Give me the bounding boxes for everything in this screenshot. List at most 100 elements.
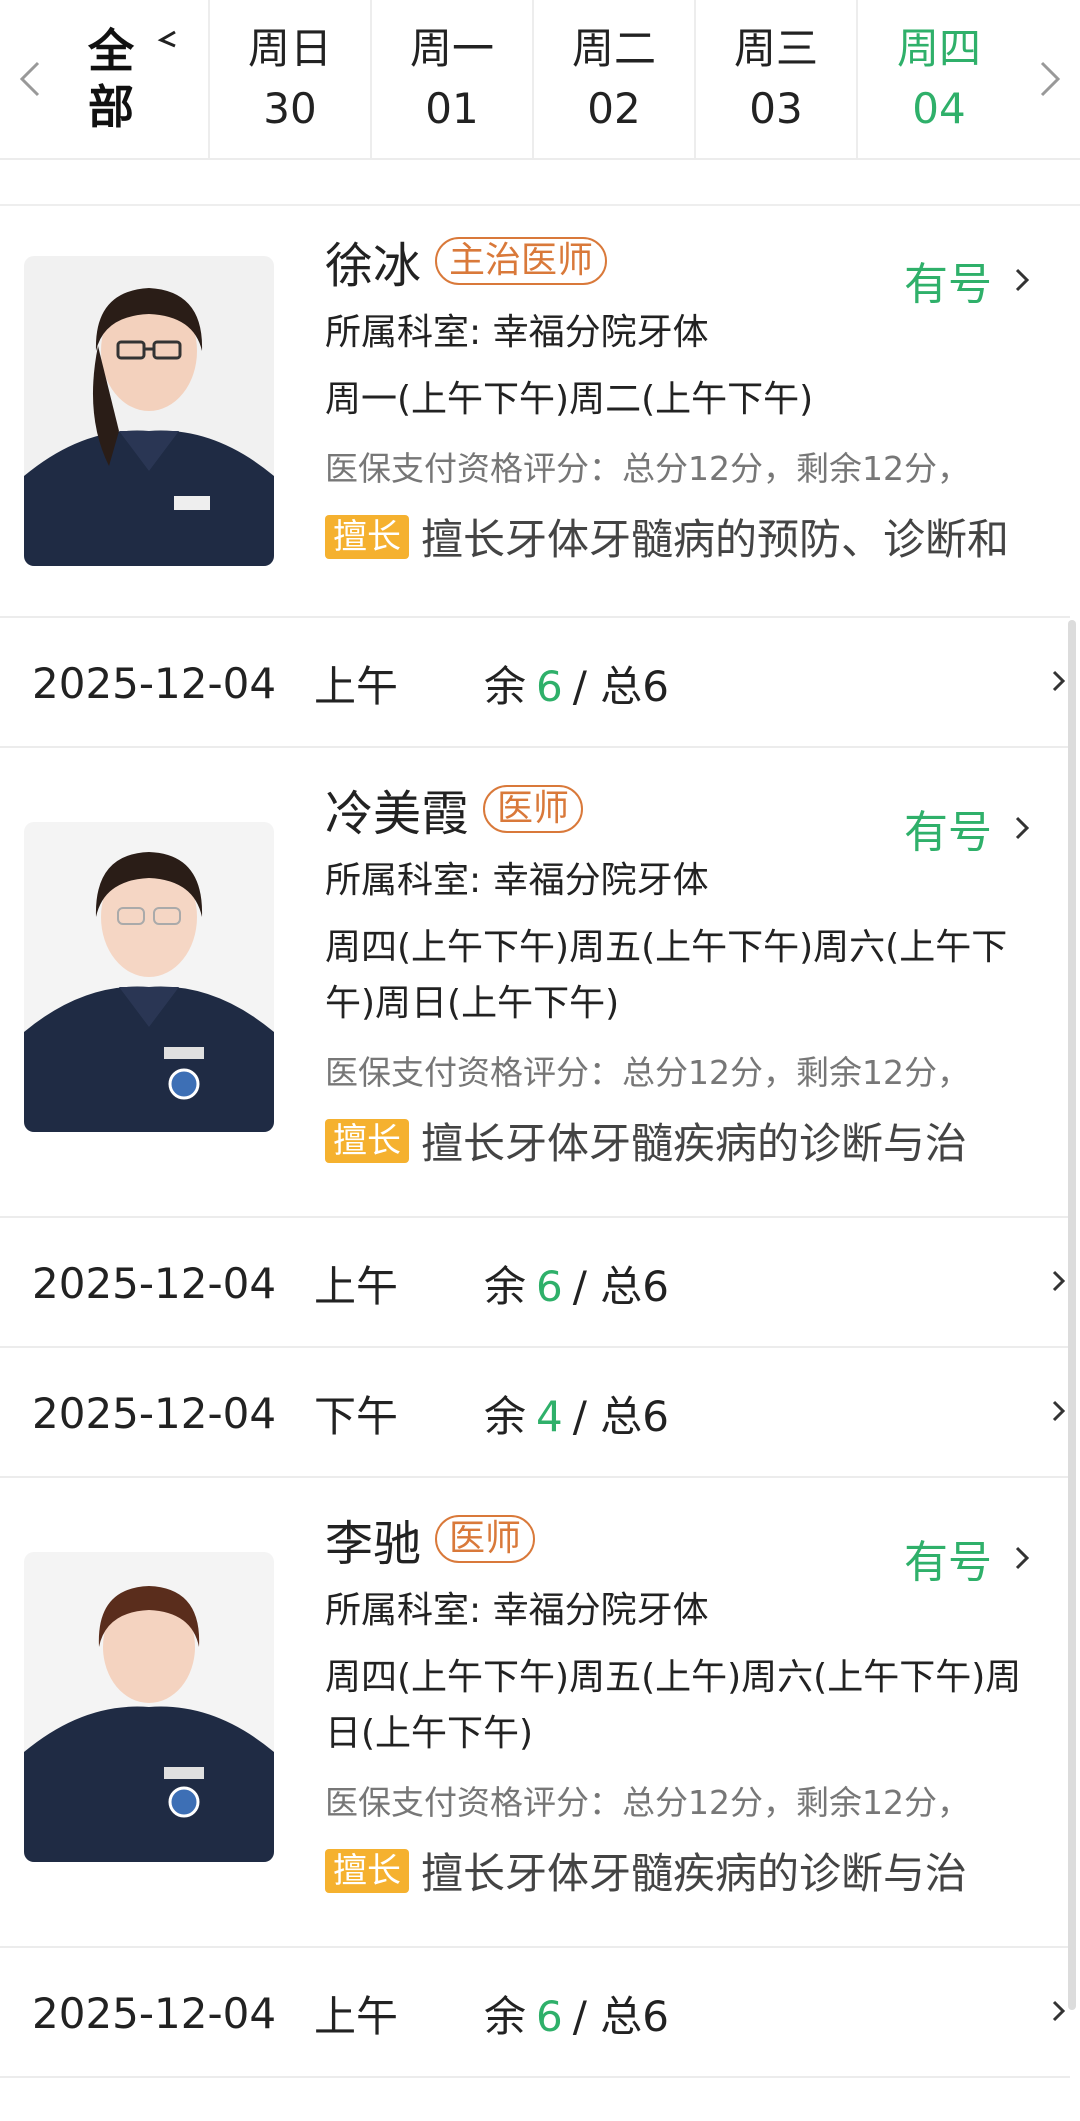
chevron-right-icon <box>1052 670 1066 692</box>
chevron-right-icon <box>1040 61 1061 97</box>
skill-text: 擅长牙体牙髓疾病的诊断与治 <box>421 1119 968 1168</box>
slot-remaining-prefix: 余 <box>484 1391 527 1441</box>
scrollbar[interactable] <box>1068 620 1076 2010</box>
slot-total: 总6 <box>600 1261 669 1311</box>
date-tab-thu-selected[interactable]: 周四 04 <box>858 0 1020 158</box>
section-divider <box>0 160 1080 206</box>
doctor-title-badge: 医师 <box>483 785 584 833</box>
doctor-card[interactable]: 冷美霞 医师 有号 所属科室: 幸福分院牙体 周四(上午下午)周五(上午下午)周… <box>0 750 1070 1218</box>
slot-period: 上午 <box>314 661 399 711</box>
chevron-right-icon <box>1052 1270 1066 1292</box>
slot-remaining-count: 6 <box>536 661 563 711</box>
slot-remaining-prefix: 余 <box>484 1261 527 1311</box>
chevron-right-icon <box>1052 2000 1066 2022</box>
slot-separator: / <box>572 1261 587 1311</box>
date-tab-sun[interactable]: 周日 30 <box>210 0 372 158</box>
skill-text: 擅长牙体牙髓疾病的诊断与治 <box>421 1849 968 1898</box>
doctor-info: 冷美霞 医师 有号 所属科室: 幸福分院牙体 周四(上午下午)周五(上午下午)周… <box>325 776 1030 1171</box>
skill-tag: 擅长 <box>325 1118 409 1163</box>
date-tab-tue[interactable]: 周二 02 <box>534 0 696 158</box>
date-tab-weekday: 周一 <box>409 24 494 73</box>
date-tab-day: 03 <box>749 84 803 133</box>
slot-availability: 余 6/ 总6 <box>484 1983 669 2044</box>
slot-remaining-count: 6 <box>536 1991 563 2041</box>
skill-tag: 擅长 <box>325 1848 409 1893</box>
doctor-title-badge: 主治医师 <box>435 237 608 285</box>
doctor-photo <box>24 822 274 1132</box>
chevron-right-icon <box>1015 268 1030 292</box>
slot-remaining-prefix: 余 <box>484 1991 527 2041</box>
all-dates-label: 全部 <box>88 24 134 134</box>
slot-date: 2025-12-04 <box>32 1258 277 1308</box>
slot-remaining-count: 4 <box>536 1391 563 1441</box>
doctor-info: 徐冰 主治医师 有号 所属科室: 幸福分院牙体 周一(上午下午)周二(上午下午)… <box>325 228 1030 567</box>
doctor-name: 冷美霞 <box>325 786 470 842</box>
chevron-right-icon <box>1015 1546 1030 1570</box>
schedule-text: 周四(上午下午)周五(上午下午)周六(上午下午)周日(上午下午) <box>325 927 1008 1024</box>
skill-tag: 擅长 <box>325 514 409 559</box>
doctor-name: 李驰 <box>325 1516 422 1572</box>
slot-date: 2025-12-04 <box>32 1388 277 1438</box>
doctor-name: 徐冰 <box>325 238 422 294</box>
prev-week-button[interactable] <box>0 0 60 158</box>
slot-availability: 余 6/ 总6 <box>484 1253 669 1314</box>
doctor-title-badge: 医师 <box>435 1515 536 1563</box>
department-text: 所属科室: 幸福分院牙体 <box>325 1590 709 1631</box>
doctor-card[interactable]: 李驰 医师 有号 所属科室: 幸福分院牙体 周四(上午下午)周五(上午)周六(上… <box>0 1480 1070 1948</box>
department-text: 所属科室: 幸福分院牙体 <box>325 860 709 901</box>
insurance-score-text: 医保支付资格评分：总分12分，剩余12分， <box>325 449 970 488</box>
date-tab-weekday: 周日 <box>247 24 332 73</box>
date-tab-day: 04 <box>912 84 966 133</box>
slot-period: 下午 <box>314 1391 399 1441</box>
appointment-slot-row[interactable]: 2025-12-04 上午 余 6/ 总6 <box>0 620 1070 748</box>
date-tab-weekday: 周三 <box>733 24 818 73</box>
schedule-text: 周一(上午下午)周二(上午下午) <box>325 379 814 420</box>
date-tab-mon[interactable]: 周一 01 <box>372 0 534 158</box>
availability-status: 有号 <box>904 807 992 858</box>
next-week-button[interactable] <box>1020 0 1080 158</box>
chevron-left-icon <box>19 61 40 97</box>
date-tab-day: 30 <box>263 84 317 133</box>
chevron-right-icon <box>1052 1400 1066 1422</box>
slot-separator: / <box>572 661 587 711</box>
date-tab-wed[interactable]: 周三 03 <box>696 0 858 158</box>
slot-date: 2025-12-04 <box>32 658 277 708</box>
dropdown-chevron-icon <box>157 30 176 48</box>
slot-separator: / <box>572 1391 587 1441</box>
availability-status: 有号 <box>904 1537 992 1588</box>
insurance-score-text: 医保支付资格评分：总分12分，剩余12分， <box>325 1783 970 1822</box>
slot-total: 总6 <box>600 1391 669 1441</box>
doctor-photo <box>24 256 274 566</box>
slot-total: 总6 <box>600 1991 669 2041</box>
slot-period: 上午 <box>314 1991 399 2041</box>
slot-date: 2025-12-04 <box>32 1988 277 2038</box>
date-tab-all[interactable]: 全部 <box>60 0 210 158</box>
department-text: 所属科室: 幸福分院牙体 <box>325 312 709 353</box>
skill-text: 擅长牙体牙髓病的预防、诊断和 <box>421 515 1010 564</box>
date-selector-bar: 全部 周日 30 周一 01 周二 02 周三 03 周四 04 <box>0 0 1080 160</box>
availability-status: 有号 <box>904 259 992 310</box>
chevron-right-icon <box>1015 816 1030 840</box>
availability-link[interactable]: 有号 <box>904 1526 1030 1590</box>
schedule-text: 周四(上午下午)周五(上午)周六(上午下午)周日(上午下午) <box>325 1657 1022 1754</box>
slot-availability: 余 4/ 总6 <box>484 1383 669 1444</box>
slot-period: 上午 <box>314 1261 399 1311</box>
doctor-photo <box>24 1552 274 1862</box>
slot-remaining-prefix: 余 <box>484 661 527 711</box>
date-tab-weekday: 周二 <box>571 24 656 73</box>
availability-link[interactable]: 有号 <box>904 796 1030 860</box>
availability-link[interactable]: 有号 <box>904 248 1030 312</box>
doctor-card[interactable]: 徐冰 主治医师 有号 所属科室: 幸福分院牙体 周一(上午下午)周二(上午下午)… <box>0 206 1070 618</box>
slot-total: 总6 <box>600 661 669 711</box>
appointment-slot-row[interactable]: 2025-12-04 下午 余 4/ 总6 <box>0 1350 1070 1478</box>
date-tab-weekday: 周四 <box>896 24 981 73</box>
doctor-info: 李驰 医师 有号 所属科室: 幸福分院牙体 周四(上午下午)周五(上午)周六(上… <box>325 1506 1030 1901</box>
date-tab-day: 02 <box>587 84 641 133</box>
slot-separator: / <box>572 1991 587 2041</box>
appointment-slot-row[interactable]: 2025-12-04 上午 余 6/ 总6 <box>0 1950 1070 2078</box>
appointment-slot-row[interactable]: 2025-12-04 上午 余 6/ 总6 <box>0 1220 1070 1348</box>
slot-remaining-count: 6 <box>536 1261 563 1311</box>
insurance-score-text: 医保支付资格评分：总分12分，剩余12分， <box>325 1053 970 1092</box>
slot-availability: 余 6/ 总6 <box>484 653 669 714</box>
date-tab-day: 01 <box>425 84 479 133</box>
